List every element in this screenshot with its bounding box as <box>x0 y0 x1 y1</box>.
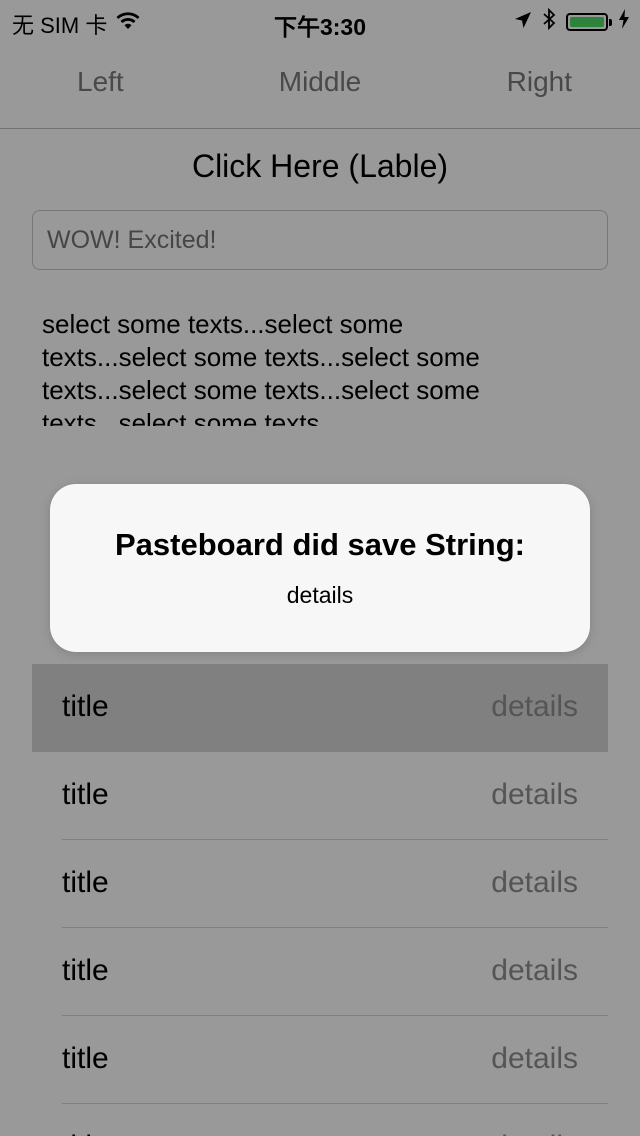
alert-dialog: Pasteboard did save String: details <box>50 484 590 652</box>
app-screen: 无 SIM 卡 下午3:30 Left Middle Right Click H… <box>0 0 640 1136</box>
alert-message: details <box>286 582 354 608</box>
alert-title: Pasteboard did save String: <box>115 527 525 562</box>
